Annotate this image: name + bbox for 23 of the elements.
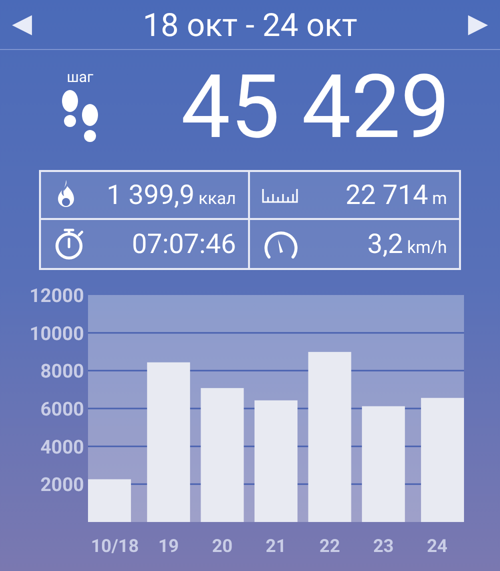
x-axis-label: 20: [212, 536, 233, 557]
y-axis-label: 10000: [29, 322, 84, 345]
x-axis-label: 10/18: [90, 536, 139, 557]
x-axis-label: 19: [158, 536, 179, 557]
stat-value: 07:07:46: [132, 226, 236, 262]
y-axis-label: 4000: [40, 435, 84, 458]
x-axis-label: 22: [319, 536, 340, 557]
stat-unit: ккал: [198, 188, 236, 211]
stat-unit: km/h: [407, 236, 447, 260]
stat-value: 3,2: [367, 226, 404, 262]
stat-unit: m: [432, 188, 447, 211]
y-axis-label: 2000: [40, 473, 84, 496]
x-axis-label: 24: [426, 536, 448, 557]
steps-count: 45 429: [180, 64, 450, 152]
x-axis-label: 23: [373, 536, 394, 557]
steps-label: шаг: [66, 70, 94, 85]
stat-value: 22 714: [346, 178, 428, 213]
y-axis-label: 8000: [40, 360, 84, 383]
y-axis-label: 12000: [29, 284, 84, 307]
date-range-title: 18 окт - 24 окт: [142, 4, 358, 46]
x-axis-label: 21: [266, 536, 286, 557]
stat-value: 1 399,9: [106, 178, 195, 213]
y-axis-label: 6000: [40, 398, 84, 420]
